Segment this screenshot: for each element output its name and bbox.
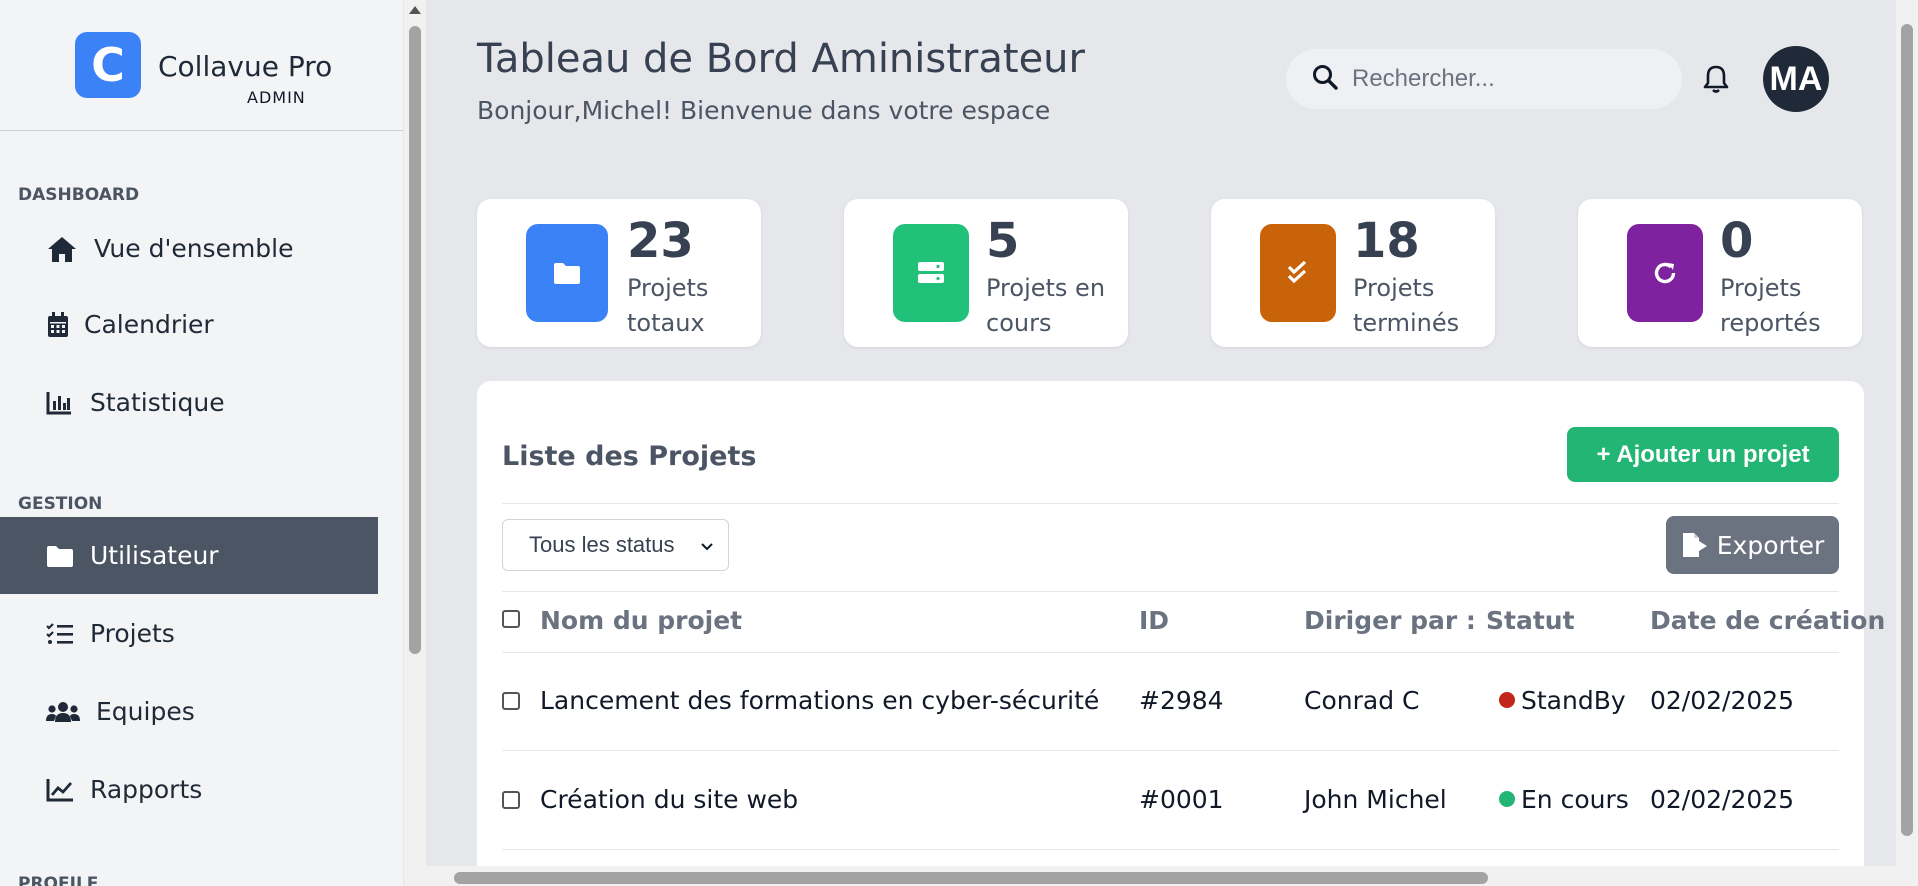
divider bbox=[502, 503, 1839, 504]
project-lead: John Michel bbox=[1304, 785, 1447, 814]
stat-card-termines: 18 Projets terminés bbox=[1211, 199, 1495, 347]
sidebar-item-utilisateur[interactable]: Utilisateur bbox=[0, 517, 378, 594]
search-bar[interactable] bbox=[1286, 49, 1682, 109]
page-subtitle: Bonjour,Michel! Bienvenue dans votre esp… bbox=[477, 96, 1051, 125]
list-check-icon bbox=[46, 618, 74, 650]
sidebar-item-equipes[interactable]: Equipes bbox=[0, 673, 378, 750]
avatar[interactable]: MA bbox=[1763, 46, 1829, 112]
horizontal-scrollbar[interactable] bbox=[404, 866, 1900, 886]
section-label-dashboard: DASHBOARD bbox=[18, 185, 140, 205]
sidebar-item-label: Projets bbox=[90, 619, 175, 648]
status-filter-value: Tous les status bbox=[529, 532, 675, 557]
stat-label: Projets en cours bbox=[986, 274, 1106, 337]
status-badge: En cours bbox=[1499, 785, 1629, 814]
redo-icon bbox=[1627, 224, 1703, 322]
sidebar-item-label: Rapports bbox=[90, 775, 203, 804]
sidebar-item-projets[interactable]: Projets bbox=[0, 595, 378, 672]
column-header-id[interactable]: ID bbox=[1139, 606, 1169, 635]
sidebar-scrollbar[interactable] bbox=[404, 0, 426, 886]
project-name: Lancement des formations en cyber-sécuri… bbox=[540, 686, 1100, 715]
brand-name: Collavue Pro bbox=[158, 50, 333, 83]
sidebar-item-label: Statistique bbox=[90, 388, 225, 417]
column-header-date[interactable]: Date de création bbox=[1650, 606, 1885, 635]
page-scrollbar[interactable] bbox=[1896, 0, 1918, 886]
projects-title: Liste des Projets bbox=[502, 441, 757, 472]
add-project-button[interactable]: + Ajouter un projet bbox=[1567, 427, 1839, 482]
select-all-checkbox[interactable] bbox=[502, 610, 520, 628]
stat-label: Projets terminés bbox=[1353, 274, 1460, 337]
sidebar-item-label: Equipes bbox=[96, 697, 195, 726]
page-scrollbar-thumb[interactable] bbox=[1901, 24, 1913, 836]
project-lead: Conrad C bbox=[1304, 686, 1420, 715]
brand-logo[interactable]: C bbox=[75, 32, 141, 98]
sidebar-item-statistique[interactable]: Statistique bbox=[0, 364, 378, 441]
column-header-name[interactable]: Nom du projet bbox=[540, 606, 742, 635]
stat-card-total: 23 Projets totaux bbox=[477, 199, 761, 347]
status-dot-icon bbox=[1499, 692, 1515, 708]
sidebar-item-label: Vue d'ensemble bbox=[94, 234, 294, 263]
sidebar: C Collavue Pro ADMIN DASHBOARD Vue d'ens… bbox=[0, 0, 404, 886]
horizontal-scrollbar-thumb[interactable] bbox=[454, 872, 1488, 884]
home-icon bbox=[46, 233, 78, 265]
stat-value: 5 bbox=[986, 213, 1020, 269]
stat-label: Projets reportés bbox=[1720, 274, 1821, 337]
folder-icon bbox=[526, 224, 608, 322]
project-name: Création du site web bbox=[540, 785, 799, 814]
stat-value: 18 bbox=[1353, 213, 1420, 269]
stat-value: 0 bbox=[1720, 213, 1754, 269]
stat-label: Projets totaux bbox=[627, 274, 709, 337]
file-export-icon bbox=[1681, 531, 1709, 559]
project-date: 02/02/2025 bbox=[1650, 785, 1795, 814]
row-checkbox[interactable] bbox=[502, 791, 520, 809]
brand: C Collavue Pro ADMIN bbox=[0, 0, 403, 131]
sidebar-item-vue-ensemble[interactable]: Vue d'ensemble bbox=[0, 210, 378, 287]
project-id: #0001 bbox=[1139, 785, 1224, 814]
stat-value: 23 bbox=[627, 213, 694, 269]
status-badge: StandBy bbox=[1499, 686, 1626, 715]
bar-chart-icon bbox=[46, 387, 72, 419]
sidebar-item-calendrier[interactable]: Calendrier bbox=[0, 286, 378, 363]
search-icon bbox=[1312, 64, 1338, 94]
folder-icon bbox=[46, 540, 74, 572]
status-text: StandBy bbox=[1521, 686, 1626, 715]
project-date: 02/02/2025 bbox=[1650, 686, 1795, 715]
main-content: Tableau de Bord Aministrateur Bonjour,Mi… bbox=[426, 0, 1896, 886]
search-input[interactable] bbox=[1352, 65, 1652, 93]
sidebar-item-rapports[interactable]: Rapports bbox=[0, 751, 378, 828]
server-icon bbox=[893, 224, 969, 322]
divider bbox=[502, 652, 1839, 653]
line-chart-icon bbox=[46, 774, 74, 806]
chevron-down-icon bbox=[700, 532, 714, 558]
row-checkbox[interactable] bbox=[502, 692, 520, 710]
status-text: En cours bbox=[1521, 785, 1629, 814]
projects-panel: Liste des Projets + Ajouter un projet To… bbox=[477, 381, 1885, 886]
scroll-up-arrow-icon[interactable] bbox=[409, 6, 421, 14]
export-label: Exporter bbox=[1716, 530, 1825, 560]
stat-card-reportes: 0 Projets reportés bbox=[1578, 199, 1862, 347]
bell-icon[interactable] bbox=[1703, 64, 1733, 96]
project-id: #2984 bbox=[1139, 686, 1224, 715]
double-check-icon bbox=[1260, 224, 1336, 322]
column-header-lead[interactable]: Diriger par : bbox=[1304, 606, 1476, 635]
section-label-profile: PROFILE bbox=[18, 874, 99, 886]
users-icon bbox=[46, 696, 80, 728]
sidebar-item-label: Calendrier bbox=[84, 310, 214, 339]
stat-card-en-cours: 5 Projets en cours bbox=[844, 199, 1128, 347]
divider bbox=[502, 750, 1839, 751]
divider bbox=[502, 591, 1839, 592]
calendar-icon bbox=[46, 309, 70, 341]
section-label-gestion: GESTION bbox=[18, 494, 103, 514]
column-header-status[interactable]: Statut bbox=[1486, 606, 1575, 635]
page-title: Tableau de Bord Aministrateur bbox=[477, 36, 1085, 82]
divider bbox=[502, 849, 1839, 850]
sidebar-scrollbar-thumb[interactable] bbox=[409, 26, 421, 654]
export-button[interactable]: Exporter bbox=[1666, 516, 1839, 574]
sidebar-item-label: Utilisateur bbox=[90, 541, 219, 570]
brand-role: ADMIN bbox=[247, 88, 306, 107]
status-filter-select[interactable]: Tous les status bbox=[502, 519, 729, 571]
status-dot-icon bbox=[1499, 791, 1515, 807]
